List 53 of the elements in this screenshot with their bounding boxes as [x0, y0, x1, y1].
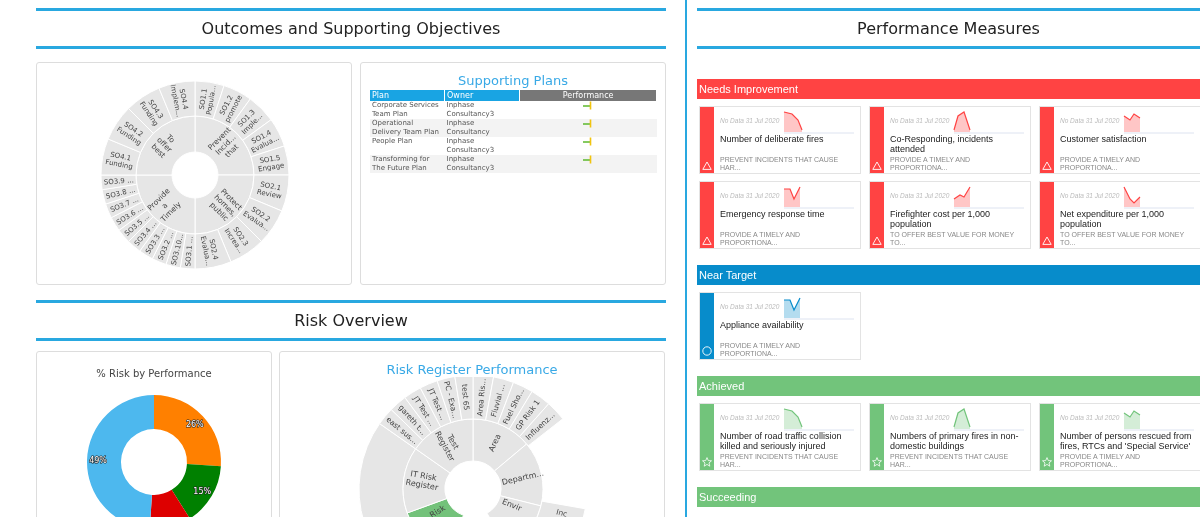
warning-icon — [702, 161, 712, 170]
segment-label: IT Risk Register — [404, 469, 439, 493]
segment-label: Risk — [428, 503, 447, 517]
trend-icon — [583, 101, 594, 110]
value-label: 49% — [89, 456, 107, 466]
star-icon — [1042, 457, 1052, 467]
sparkline-drawing — [783, 185, 855, 209]
star-icon — [872, 457, 882, 467]
column-header: Performance — [519, 90, 657, 101]
panel-title: Supporting Plans — [456, 73, 570, 88]
chart-title: % Risk by Performance — [95, 368, 213, 379]
measure-title: Number of road traffic collision killed and seriously injured — [720, 431, 843, 453]
sparkline-drawing — [783, 110, 855, 134]
section-heading: Risk Overview — [36, 300, 666, 341]
group-header: Needs Improvement — [697, 79, 1200, 99]
segment-label: Envir — [500, 497, 523, 513]
sparkline-drawing — [953, 185, 1025, 209]
sparkline-drawing — [783, 407, 855, 431]
warning-icon — [872, 161, 882, 170]
group-header: Achieved — [697, 376, 1200, 396]
trend-icon — [583, 119, 594, 128]
section-heading: Performance Measures — [697, 8, 1200, 49]
sparkline-drawing — [1123, 185, 1195, 209]
measure-title: Number of deliberate fires — [720, 134, 825, 146]
circle-icon — [702, 346, 712, 356]
trend-icon — [583, 155, 594, 164]
group-header: Near Target — [697, 265, 1200, 285]
measure-title: Customer satisfaction — [1060, 134, 1148, 146]
measure-title: Net expenditure per 1,000 population — [1060, 209, 1166, 231]
panel-title: Risk Register Performance — [385, 362, 559, 377]
measure-title: Co-Responding, incidents attended — [890, 134, 995, 156]
sparkline-drawing — [953, 110, 1025, 134]
column-header: Plan — [370, 90, 445, 101]
section-heading: Outcomes and Supporting Objectives — [36, 8, 666, 49]
group-header: Succeeding — [697, 487, 1200, 507]
segment-label: Departm... — [500, 468, 545, 488]
segment-label: Area — [486, 432, 503, 454]
star-icon — [702, 457, 712, 467]
sparkline-drawing — [953, 407, 1025, 431]
measure-title: Firefighter cost per 1,000 population — [890, 209, 992, 231]
measure-title: Appliance availability — [720, 320, 805, 332]
warning-icon — [1042, 161, 1052, 170]
value-label: 15% — [193, 486, 212, 496]
sparkline-drawing — [783, 296, 855, 320]
column-header: Owner — [444, 90, 520, 101]
warning-icon — [872, 236, 882, 245]
warning-icon — [702, 236, 712, 245]
measure-title: Numbers of primary fires in non-domestic buildings — [890, 431, 1020, 453]
value-label: 26% — [185, 419, 204, 429]
measure-title: Number of persons rescued from fires, RTCs and 'Special Service' — [1060, 431, 1193, 453]
warning-icon — [1042, 236, 1052, 245]
trend-icon — [583, 137, 594, 146]
measure-title: Emergency response time — [720, 209, 826, 221]
